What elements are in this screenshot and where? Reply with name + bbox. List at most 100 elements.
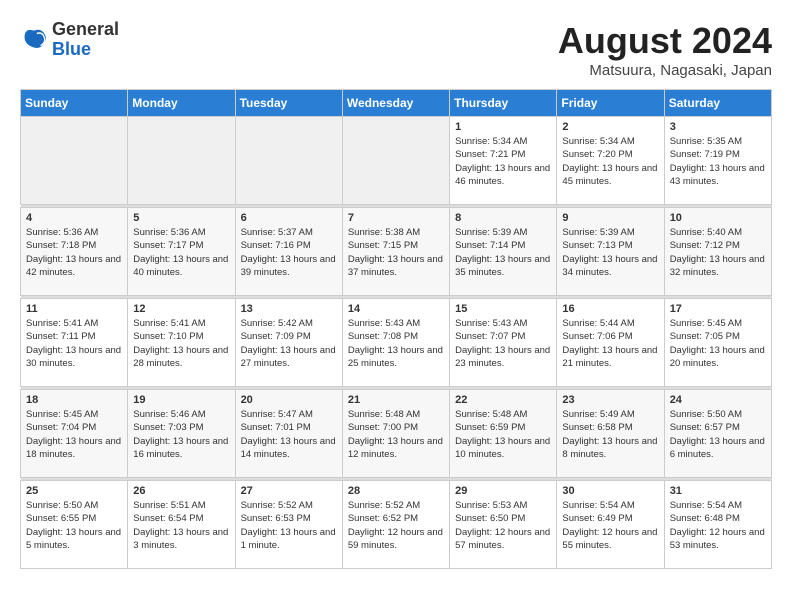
logo-text: General Blue xyxy=(52,20,119,60)
day-info: Sunrise: 5:41 AMSunset: 7:11 PMDaylight:… xyxy=(26,317,122,370)
day-info: Sunrise: 5:39 AMSunset: 7:13 PMDaylight:… xyxy=(562,226,658,279)
day-info: Sunrise: 5:50 AMSunset: 6:55 PMDaylight:… xyxy=(26,499,122,552)
week-row-5: 25 Sunrise: 5:50 AMSunset: 6:55 PMDayligh… xyxy=(21,481,772,569)
col-friday: Friday xyxy=(557,90,664,117)
day-cell: 30 Sunrise: 5:54 AMSunset: 6:49 PMDayligh… xyxy=(557,481,664,569)
day-cell: 2Sunrise: 5:34 AMSunset: 7:20 PMDaylight… xyxy=(557,117,664,205)
col-sunday: Sunday xyxy=(21,90,128,117)
day-number: 22 xyxy=(455,394,551,406)
day-cell: 17Sunrise: 5:45 AMSunset: 7:05 PMDayligh… xyxy=(664,299,771,387)
day-cell: 29 Sunrise: 5:53 AMSunset: 6:50 PMDayligh… xyxy=(450,481,557,569)
day-number: 25 xyxy=(26,485,122,497)
day-number: 31 xyxy=(670,485,766,497)
calendar-table: Sunday Monday Tuesday Wednesday Thursday… xyxy=(20,89,772,569)
day-number: 1 xyxy=(455,121,551,133)
day-info: Sunrise: 5:48 AMSunset: 6:59 PMDaylight:… xyxy=(455,408,551,461)
day-info: Sunrise: 5:51 AMSunset: 6:54 PMDaylight:… xyxy=(133,499,229,552)
day-cell: 15 Sunrise: 5:43 AMSunset: 7:07 PMDayligh… xyxy=(450,299,557,387)
day-info: Sunrise: 5:37 AMSunset: 7:16 PMDaylight:… xyxy=(241,226,337,279)
logo: General Blue xyxy=(20,20,119,60)
day-cell: 6 Sunrise: 5:37 AMSunset: 7:16 PMDaylight… xyxy=(235,208,342,296)
day-cell: 4Sunrise: 5:36 AMSunset: 7:18 PMDaylight… xyxy=(21,208,128,296)
day-info: Sunrise: 5:54 AMSunset: 6:49 PMDaylight:… xyxy=(562,499,658,552)
day-number: 11 xyxy=(26,303,122,315)
day-cell: 25 Sunrise: 5:50 AMSunset: 6:55 PMDayligh… xyxy=(21,481,128,569)
day-info: Sunrise: 5:43 AMSunset: 7:08 PMDaylight:… xyxy=(348,317,444,370)
day-info: Sunrise: 5:41 AMSunset: 7:10 PMDaylight:… xyxy=(133,317,229,370)
day-cell: 16 Sunrise: 5:44 AMSunset: 7:06 PMDayligh… xyxy=(557,299,664,387)
col-wednesday: Wednesday xyxy=(342,90,449,117)
day-number: 5 xyxy=(133,212,229,224)
day-number: 19 xyxy=(133,394,229,406)
week-row-2: 4Sunrise: 5:36 AMSunset: 7:18 PMDaylight… xyxy=(21,208,772,296)
day-cell: 23 Sunrise: 5:49 AMSunset: 6:58 PMDayligh… xyxy=(557,390,664,478)
day-info: Sunrise: 5:44 AMSunset: 7:06 PMDaylight:… xyxy=(562,317,658,370)
col-monday: Monday xyxy=(128,90,235,117)
day-cell xyxy=(21,117,128,205)
day-info: Sunrise: 5:53 AMSunset: 6:50 PMDaylight:… xyxy=(455,499,551,552)
day-info: Sunrise: 5:38 AMSunset: 7:15 PMDaylight:… xyxy=(348,226,444,279)
day-info: Sunrise: 5:40 AMSunset: 7:12 PMDaylight:… xyxy=(670,226,766,279)
week-row-1: 1 Sunrise: 5:34 AMSunset: 7:21 PMDaylight… xyxy=(21,117,772,205)
day-info: Sunrise: 5:52 AMSunset: 6:52 PMDaylight:… xyxy=(348,499,444,552)
day-cell xyxy=(235,117,342,205)
day-info: Sunrise: 5:52 AMSunset: 6:53 PMDaylight:… xyxy=(241,499,337,552)
day-cell: 1 Sunrise: 5:34 AMSunset: 7:21 PMDaylight… xyxy=(450,117,557,205)
day-info: Sunrise: 5:45 AMSunset: 7:05 PMDaylight:… xyxy=(670,317,766,370)
day-number: 15 xyxy=(455,303,551,315)
day-number: 12 xyxy=(133,303,229,315)
day-cell: 12 Sunrise: 5:41 AMSunset: 7:10 PMDayligh… xyxy=(128,299,235,387)
day-number: 2 xyxy=(562,121,658,133)
header: General Blue August 2024 Matsuura, Nagas… xyxy=(20,20,772,79)
day-cell: 24 Sunrise: 5:50 AMSunset: 6:57 PMDayligh… xyxy=(664,390,771,478)
day-cell: 20Sunrise: 5:47 AMSunset: 7:01 PMDayligh… xyxy=(235,390,342,478)
day-cell xyxy=(342,117,449,205)
col-saturday: Saturday xyxy=(664,90,771,117)
day-info: Sunrise: 5:43 AMSunset: 7:07 PMDaylight:… xyxy=(455,317,551,370)
header-row: Sunday Monday Tuesday Wednesday Thursday… xyxy=(21,90,772,117)
day-cell: 3Sunrise: 5:35 AMSunset: 7:19 PMDaylight… xyxy=(664,117,771,205)
day-cell xyxy=(128,117,235,205)
col-thursday: Thursday xyxy=(450,90,557,117)
day-cell: 26 Sunrise: 5:51 AMSunset: 6:54 PMDayligh… xyxy=(128,481,235,569)
day-cell: 10Sunrise: 5:40 AMSunset: 7:12 PMDayligh… xyxy=(664,208,771,296)
location: Matsuura, Nagasaki, Japan xyxy=(558,62,772,79)
day-info: Sunrise: 5:34 AMSunset: 7:21 PMDaylight:… xyxy=(455,135,551,188)
day-number: 6 xyxy=(241,212,337,224)
day-cell: 13 Sunrise: 5:42 AMSunset: 7:09 PMDayligh… xyxy=(235,299,342,387)
day-cell: 27 Sunrise: 5:52 AMSunset: 6:53 PMDayligh… xyxy=(235,481,342,569)
day-number: 7 xyxy=(348,212,444,224)
day-info: Sunrise: 5:49 AMSunset: 6:58 PMDaylight:… xyxy=(562,408,658,461)
day-number: 29 xyxy=(455,485,551,497)
title-area: August 2024 Matsuura, Nagasaki, Japan xyxy=(558,20,772,79)
month-year: August 2024 xyxy=(558,20,772,62)
day-number: 21 xyxy=(348,394,444,406)
day-info: Sunrise: 5:42 AMSunset: 7:09 PMDaylight:… xyxy=(241,317,337,370)
day-info: Sunrise: 5:36 AMSunset: 7:17 PMDaylight:… xyxy=(133,226,229,279)
day-number: 26 xyxy=(133,485,229,497)
day-cell: 14 Sunrise: 5:43 AMSunset: 7:08 PMDayligh… xyxy=(342,299,449,387)
day-cell: 5 Sunrise: 5:36 AMSunset: 7:17 PMDaylight… xyxy=(128,208,235,296)
day-number: 14 xyxy=(348,303,444,315)
day-info: Sunrise: 5:35 AMSunset: 7:19 PMDaylight:… xyxy=(670,135,766,188)
day-number: 24 xyxy=(670,394,766,406)
day-number: 16 xyxy=(562,303,658,315)
day-number: 8 xyxy=(455,212,551,224)
day-cell: 11 Sunrise: 5:41 AMSunset: 7:11 PMDayligh… xyxy=(21,299,128,387)
day-number: 20 xyxy=(241,394,337,406)
day-cell: 19 Sunrise: 5:46 AMSunset: 7:03 PMDayligh… xyxy=(128,390,235,478)
day-number: 30 xyxy=(562,485,658,497)
day-cell: 18Sunrise: 5:45 AMSunset: 7:04 PMDayligh… xyxy=(21,390,128,478)
day-number: 28 xyxy=(348,485,444,497)
day-info: Sunrise: 5:46 AMSunset: 7:03 PMDaylight:… xyxy=(133,408,229,461)
day-number: 23 xyxy=(562,394,658,406)
day-cell: 9Sunrise: 5:39 AMSunset: 7:13 PMDaylight… xyxy=(557,208,664,296)
day-number: 27 xyxy=(241,485,337,497)
logo-icon xyxy=(20,26,48,54)
day-number: 13 xyxy=(241,303,337,315)
day-info: Sunrise: 5:39 AMSunset: 7:14 PMDaylight:… xyxy=(455,226,551,279)
day-info: Sunrise: 5:54 AMSunset: 6:48 PMDaylight:… xyxy=(670,499,766,552)
day-cell: 21Sunrise: 5:48 AMSunset: 7:00 PMDayligh… xyxy=(342,390,449,478)
day-info: Sunrise: 5:36 AMSunset: 7:18 PMDaylight:… xyxy=(26,226,122,279)
day-info: Sunrise: 5:50 AMSunset: 6:57 PMDaylight:… xyxy=(670,408,766,461)
